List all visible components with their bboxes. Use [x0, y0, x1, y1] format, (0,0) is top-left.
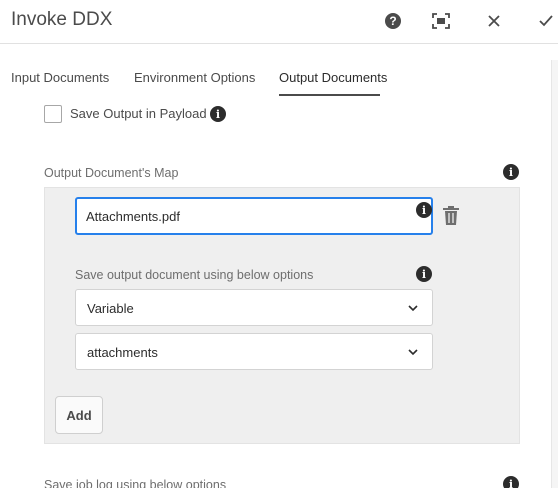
save-output-checkbox[interactable] — [44, 105, 62, 123]
chevron-down-icon — [408, 305, 418, 312]
variable-select-value: attachments — [87, 345, 158, 360]
job-log-label: Save job log using below options — [44, 478, 227, 488]
dialog-header: Invoke DDX ? — [0, 0, 558, 44]
info-icon[interactable]: i — [210, 106, 226, 122]
output-map-label: Output Document's Map — [44, 166, 179, 180]
close-button[interactable] — [484, 11, 504, 31]
info-icon[interactable]: i — [503, 476, 519, 488]
help-button[interactable]: ? — [383, 11, 403, 31]
done-button[interactable] — [536, 11, 556, 31]
save-using-label: Save output document using below options — [75, 268, 314, 282]
chevron-down-icon — [408, 349, 418, 356]
close-icon — [488, 15, 500, 27]
info-icon[interactable]: i — [416, 266, 432, 282]
fullscreen-icon — [432, 13, 450, 29]
help-icon: ? — [385, 13, 401, 29]
scrollbar[interactable] — [551, 60, 558, 488]
tab-output-documents[interactable]: Output Documents — [279, 70, 387, 85]
document-name-input[interactable] — [75, 197, 433, 235]
info-icon[interactable]: i — [416, 202, 432, 218]
tab-environment-options[interactable]: Environment Options — [134, 70, 255, 85]
save-output-label: Save Output in Payload — [70, 106, 207, 121]
tab-input-documents[interactable]: Input Documents — [11, 70, 109, 85]
delete-button[interactable] — [442, 206, 460, 226]
tab-list: Input Documents Environment Options Outp… — [0, 62, 558, 96]
active-tab-indicator — [279, 94, 380, 96]
dialog-title: Invoke DDX — [11, 9, 113, 30]
fullscreen-button[interactable] — [431, 11, 451, 31]
variable-select[interactable]: attachments — [75, 333, 433, 370]
type-select[interactable]: Variable — [75, 289, 433, 326]
checkmark-icon — [539, 15, 553, 27]
info-icon[interactable]: i — [503, 164, 519, 180]
add-button[interactable]: Add — [55, 396, 103, 434]
type-select-value: Variable — [87, 301, 134, 316]
trash-icon — [443, 206, 459, 225]
